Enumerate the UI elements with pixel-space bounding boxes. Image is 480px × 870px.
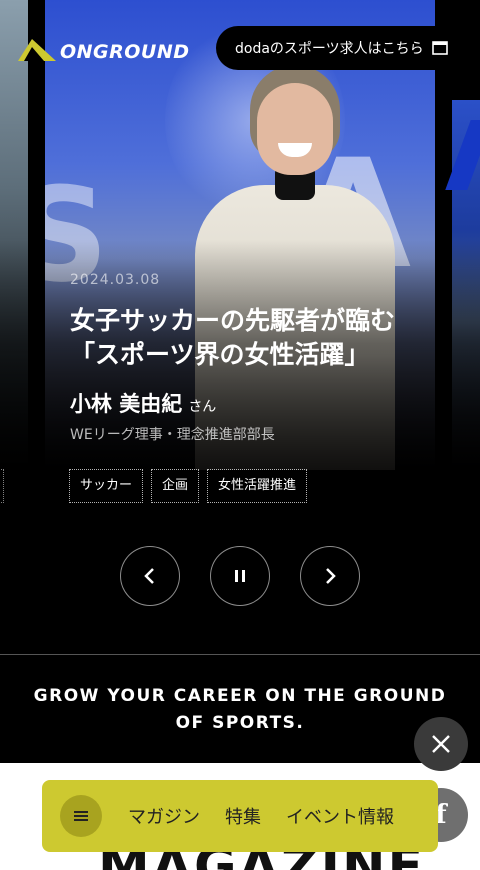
section-divider bbox=[0, 654, 480, 655]
article-title[interactable]: 女子サッカーの先駆者が臨む「スポーツ界の女性活躍」 bbox=[70, 304, 420, 372]
tagline-text: GROW YOUR CAREER ON THE GROUND OF SPORTS… bbox=[33, 685, 447, 733]
onground-logo[interactable]: ONGROUND bbox=[18, 35, 200, 65]
prev-slide-button[interactable] bbox=[120, 546, 180, 606]
hero-slider: S A 2024.03.08 女子サッカーの先駆者が臨む「スポーツ界の女性活躍」… bbox=[0, 0, 480, 655]
article-date: 2024.03.08 bbox=[70, 272, 161, 288]
nav-item-magazine[interactable]: マガジン bbox=[128, 803, 200, 829]
pause-slider-button[interactable] bbox=[210, 546, 270, 606]
chevron-left-icon bbox=[144, 568, 154, 584]
person-honorific: さん bbox=[188, 399, 217, 415]
hamburger-menu-icon bbox=[74, 811, 88, 821]
x-share-button[interactable] bbox=[414, 717, 468, 771]
tag-list: サッカー 企画 女性活躍推進 bbox=[69, 469, 308, 503]
doda-jobs-label: dodaのスポーツ求人はこちら bbox=[235, 41, 424, 57]
tagline-band: GROW YOUR CAREER ON THE GROUND OF SPORTS… bbox=[0, 656, 480, 763]
person-name: 小林 美由紀 さん bbox=[70, 388, 216, 418]
nav-item-features[interactable]: 特集 bbox=[225, 803, 261, 829]
nav-items: マガジン 特集 イベント情報 bbox=[128, 803, 394, 829]
bottom-navigation: マガジン 特集 イベント情報 bbox=[42, 780, 438, 852]
nav-item-events[interactable]: イベント情報 bbox=[286, 803, 394, 829]
person-name-text: 小林 美由紀 bbox=[70, 392, 183, 416]
pause-icon bbox=[235, 570, 245, 582]
x-logo-icon bbox=[432, 735, 450, 753]
person-role: WEリーグ理事・理念推進部部長 bbox=[70, 427, 275, 443]
logo-text: ONGROUND bbox=[60, 41, 190, 63]
logo-mark-icon bbox=[18, 39, 56, 61]
tag-soccer[interactable]: サッカー bbox=[69, 469, 144, 503]
slider-controls bbox=[120, 546, 360, 606]
menu-button[interactable] bbox=[60, 795, 102, 837]
chevron-right-icon bbox=[326, 568, 336, 584]
previous-slide-tag-peek bbox=[0, 469, 4, 503]
doda-jobs-button[interactable]: dodaのスポーツ求人はこちら bbox=[216, 26, 468, 70]
tag-planning[interactable]: 企画 bbox=[151, 469, 200, 503]
external-window-icon bbox=[431, 41, 448, 55]
tag-women-empowerment[interactable]: 女性活躍推進 bbox=[207, 469, 308, 503]
next-slide-button[interactable] bbox=[300, 546, 360, 606]
